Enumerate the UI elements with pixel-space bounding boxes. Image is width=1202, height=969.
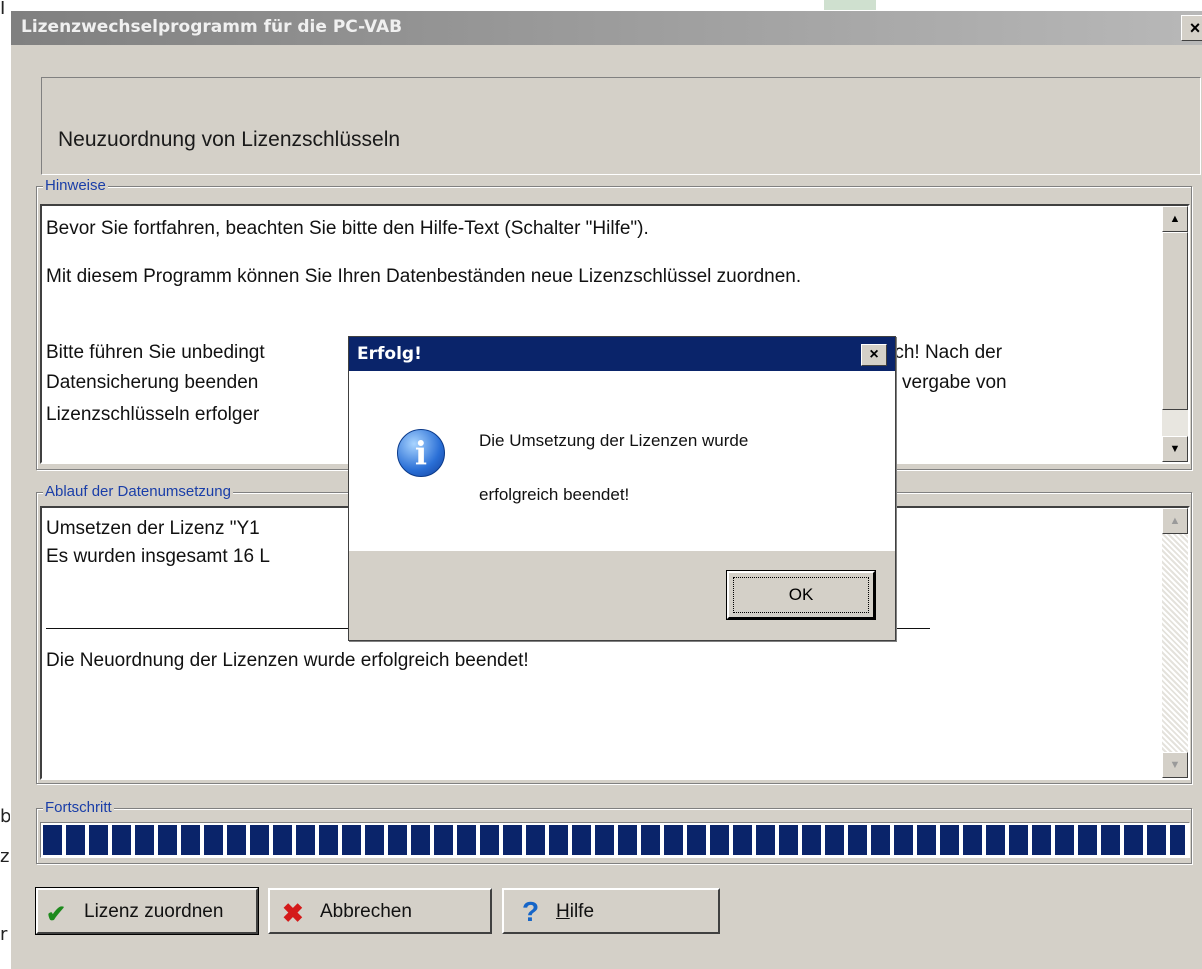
hinweise-paragraph: Lizenzschlüsseln erfolger [46, 404, 260, 425]
background-window-edge [824, 0, 876, 10]
dialog-title: Erfolg! [357, 344, 422, 364]
ablauf-legend: Ablauf der Datenumsetzung [43, 483, 233, 500]
close-icon: × [1189, 18, 1201, 38]
cross-icon: ✖ [282, 898, 304, 928]
assign-license-label: Lizenz zuordnen [84, 901, 224, 922]
ok-button[interactable]: OK [726, 570, 876, 620]
hinweise-legend: Hinweise [43, 177, 108, 194]
header-panel: Neuzuordnung von Lizenzschlüsseln [41, 77, 1201, 175]
scroll-thumb[interactable] [1162, 232, 1188, 410]
success-dialog: Erfolg! × i Die Umsetzung der Lizenzen w… [348, 336, 896, 641]
close-icon: × [869, 346, 879, 363]
hinweise-paragraph: Bitte führen Sie unbedingt [46, 342, 265, 363]
info-icon: i [397, 429, 445, 477]
ablauf-line: Umsetzen der Lizenz "Y1 [46, 518, 260, 539]
hinweise-paragraph: Mit diesem Programm können Sie Ihren Dat… [46, 266, 802, 287]
page-title: Neuzuordnung von Lizenzschlüsseln [58, 128, 401, 151]
dialog-message-line: erfolgreich beendet! [479, 485, 630, 504]
progress-legend: Fortschritt [43, 799, 114, 816]
hinweise-scrollbar[interactable]: ▲ ▼ [1162, 206, 1188, 462]
dialog-titlebar[interactable]: Erfolg! × [349, 337, 895, 371]
ablauf-line: Die Neuordnung der Lizenzen wurde erfolg… [46, 650, 529, 671]
ablauf-scrollbar[interactable]: ▲ ▼ [1162, 508, 1188, 778]
background-fragment: z [0, 846, 10, 867]
scroll-up-arrow-icon[interactable]: ▲ [1162, 206, 1188, 232]
dialog-message-line: Die Umsetzung der Lizenzen wurde [479, 431, 749, 450]
window-title: Lizenzwechselprogramm für die PC-VAB [21, 17, 403, 37]
cancel-button[interactable]: ✖ Abbrechen [268, 888, 492, 934]
window-close-button[interactable]: × [1181, 15, 1202, 41]
assign-license-button[interactable]: ✔ Lizenz zuordnen [35, 887, 259, 935]
ablauf-line: Es wurden insgesamt 16 L [46, 546, 270, 567]
hinweise-paragraph: rch! Nach der [888, 342, 1003, 363]
help-mnemonic: H [556, 901, 570, 922]
question-icon: ? [522, 896, 540, 927]
progress-fill [43, 825, 1185, 855]
checkmark-icon: ✔ [46, 901, 67, 928]
hinweise-paragraph: Bevor Sie fortfahren, beachten Sie bitte… [46, 218, 649, 239]
hinweise-paragraph: Datensicherung beenden [46, 372, 259, 393]
hinweise-paragraph: vergabe von [902, 372, 1007, 393]
scroll-down-arrow-icon[interactable]: ▼ [1162, 436, 1188, 462]
cancel-label: Abbrechen [320, 901, 412, 922]
help-button[interactable]: ? Hilfe [502, 888, 720, 934]
window-titlebar[interactable]: Lizenzwechselprogramm für die PC-VAB × [11, 11, 1202, 45]
progress-bar [40, 822, 1190, 858]
background-fragment: I [0, 0, 6, 19]
help-label: ilfe [569, 901, 595, 922]
background-fragment: r [0, 924, 8, 945]
ok-label: OK [733, 577, 869, 613]
dialog-close-button[interactable]: × [861, 344, 887, 366]
scroll-down-arrow-icon[interactable]: ▼ [1162, 752, 1188, 778]
scroll-up-arrow-icon[interactable]: ▲ [1162, 508, 1188, 534]
